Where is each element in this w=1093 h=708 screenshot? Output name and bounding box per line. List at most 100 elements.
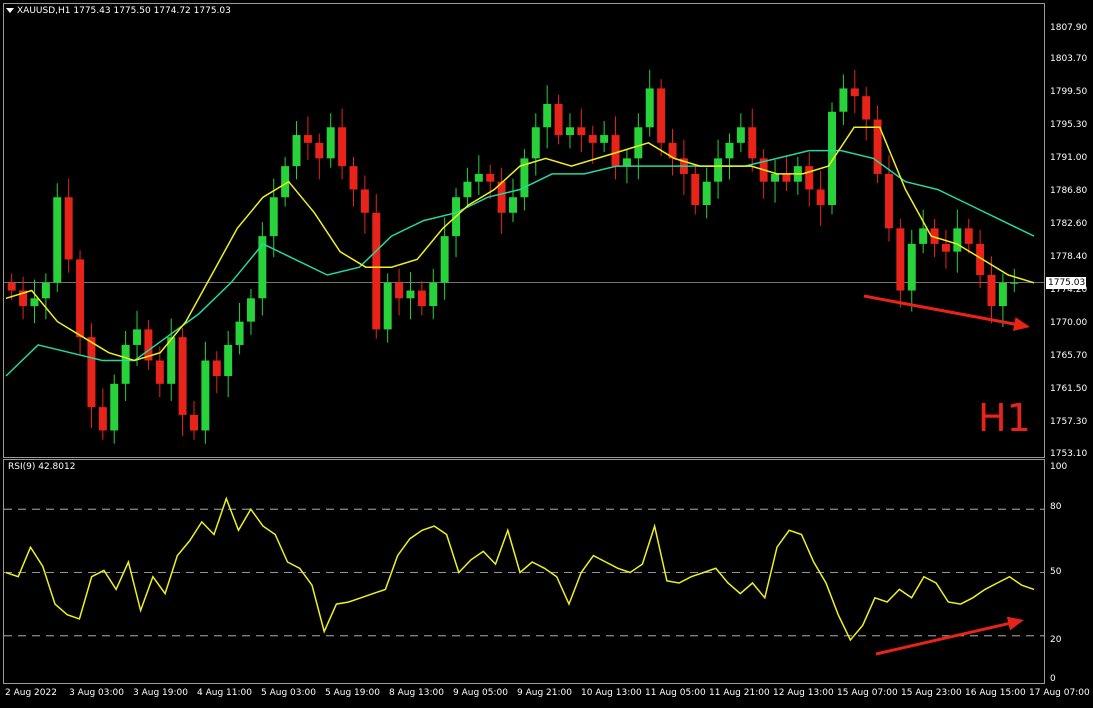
rsi-header: RSI(9) 42.8012 — [8, 462, 76, 472]
candle-body — [246, 298, 255, 322]
time-tick: 15 Aug 23:00 — [901, 688, 962, 698]
candle-body — [395, 282, 404, 299]
candle-body — [360, 189, 369, 213]
dropdown-triangle-icon[interactable] — [6, 8, 14, 13]
candle-body — [896, 228, 905, 291]
time-tick: 9 Aug 21:00 — [517, 688, 572, 698]
rsi-divergence-arrow — [875, 620, 1015, 656]
time-tick: 15 Aug 07:00 — [837, 688, 898, 698]
candle-body — [782, 173, 791, 182]
candle-body — [372, 212, 381, 330]
candle-body — [588, 135, 597, 143]
candle-body — [53, 197, 62, 283]
price-tick: 1765.70 — [1050, 351, 1088, 361]
candle-body — [805, 166, 814, 190]
time-tick: 3 Aug 03:00 — [69, 688, 124, 698]
chart-canvas[interactable] — [0, 0, 1093, 708]
candle-body — [987, 274, 996, 307]
candle-body — [998, 282, 1007, 307]
candle-body — [121, 344, 130, 384]
rsi-tick: 50 — [1050, 567, 1062, 577]
candle-body — [235, 321, 244, 345]
candle-body — [406, 290, 415, 299]
candle-body — [531, 127, 540, 159]
candle-body — [884, 173, 893, 229]
candle-body — [748, 127, 757, 159]
price-tick: 1753.10 — [1050, 449, 1088, 459]
rsi-divergence-arrow-head — [1006, 616, 1024, 631]
time-tick: 8 Aug 13:00 — [389, 688, 444, 698]
candle-body — [657, 88, 666, 143]
candle-body — [714, 158, 723, 182]
candle-body — [941, 243, 950, 252]
candle-body — [622, 158, 631, 167]
candle-body — [212, 360, 221, 377]
time-tick: 12 Aug 13:00 — [773, 688, 834, 698]
candle-body — [736, 127, 745, 143]
time-tick: 5 Aug 03:00 — [261, 688, 316, 698]
candle-body — [1010, 282, 1019, 284]
candle-body — [326, 127, 335, 159]
time-tick: 10 Aug 13:00 — [581, 688, 642, 698]
price-divergence-arrow — [863, 294, 1021, 327]
symbol-header: XAUUSD,H1 1775.43 1775.50 1774.72 1775.0… — [6, 6, 231, 16]
price-tick: 1795.30 — [1050, 120, 1088, 130]
candle-body — [964, 228, 973, 244]
candle-body — [178, 337, 187, 415]
candle-body — [224, 344, 233, 377]
candle-body — [828, 111, 836, 206]
candle-body — [303, 135, 312, 143]
time-tick: 2 Aug 2022 — [5, 688, 57, 698]
current-price-tag: 1775.03 — [1046, 277, 1086, 289]
time-tick: 4 Aug 11:00 — [197, 688, 252, 698]
candle-body — [816, 189, 825, 206]
candle-body — [87, 337, 96, 408]
time-tick: 16 Aug 15:00 — [965, 688, 1026, 698]
candle-body — [315, 142, 324, 159]
candle-body — [201, 360, 210, 431]
candle-body — [463, 181, 472, 198]
candle-body — [907, 243, 916, 291]
price-divergence-arrow-head — [1012, 317, 1030, 331]
ma-slow-line — [5, 149, 1035, 377]
price-tick: 1757.30 — [1050, 417, 1088, 427]
candle-body — [98, 407, 107, 431]
price-tick: 1786.80 — [1050, 186, 1088, 196]
price-tick: 1761.50 — [1050, 384, 1088, 394]
candle-body — [155, 360, 164, 384]
rsi-tick: 20 — [1050, 635, 1062, 645]
candle-body — [577, 127, 586, 136]
candle-body — [486, 173, 495, 182]
candle-body — [417, 290, 426, 307]
price-tick: 1803.70 — [1050, 54, 1088, 64]
candle-body — [133, 329, 142, 345]
candle-body — [725, 142, 734, 159]
candle-body — [645, 88, 654, 128]
timeframe-label: H1 — [978, 396, 1031, 440]
candle-body — [611, 135, 620, 167]
candle-body — [691, 173, 700, 206]
ohlc-low: 1774.72 — [153, 6, 191, 16]
rsi-tick: 80 — [1050, 502, 1062, 512]
ohlc-close: 1775.03 — [193, 6, 231, 16]
candle-body — [41, 282, 50, 299]
candle-body — [953, 228, 962, 252]
price-tick: 1791.00 — [1050, 153, 1088, 163]
symbol-name: XAUUSD,H1 — [17, 6, 71, 16]
price-tick: 1782.60 — [1050, 219, 1088, 229]
time-tick: 9 Aug 05:00 — [453, 688, 508, 698]
candle-body — [110, 383, 119, 431]
ohlc-high: 1775.50 — [113, 6, 151, 16]
candle-body — [600, 135, 609, 143]
candle-body — [383, 282, 392, 330]
rsi-tick: 0 — [1050, 674, 1056, 684]
rsi-line — [5, 496, 1035, 642]
candle-body — [474, 173, 483, 182]
price-tick: 1770.00 — [1050, 318, 1088, 328]
candle-body — [702, 181, 711, 206]
candle-body — [292, 135, 301, 167]
candle-body — [543, 103, 552, 128]
candle-body — [554, 103, 563, 136]
candle-body — [167, 337, 176, 384]
ohlc-open: 1775.43 — [73, 6, 111, 16]
